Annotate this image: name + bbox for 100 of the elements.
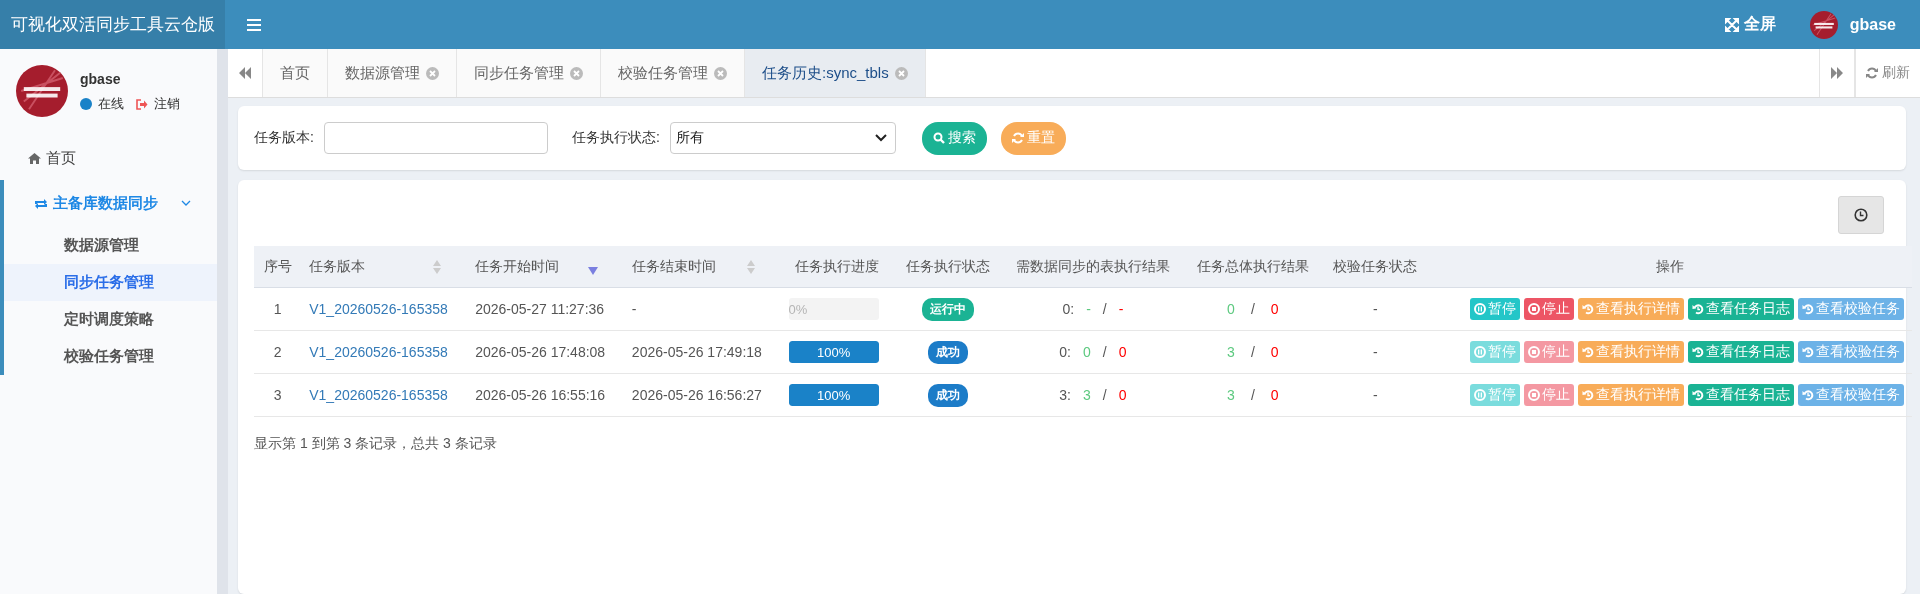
- search-button[interactable]: 搜索: [921, 121, 987, 155]
- detail-button[interactable]: 查看执行详情: [1578, 298, 1684, 320]
- stop-icon: [1528, 346, 1540, 358]
- logout-link[interactable]: 注销: [154, 95, 180, 113]
- sort-icon: [746, 259, 755, 274]
- version-link[interactable]: V1_20260526-165358: [309, 387, 448, 403]
- fail-count: 0: [1270, 344, 1279, 360]
- success-count: 0: [1227, 301, 1235, 317]
- success-count: 0: [1083, 344, 1091, 360]
- column-header: 任务执行进度: [780, 246, 895, 288]
- status-badge: 运行中: [922, 297, 974, 321]
- pause-icon: [1474, 346, 1486, 358]
- table-cell: 2: [254, 330, 302, 374]
- expand-icon: [1724, 17, 1739, 32]
- version-link[interactable]: V1_20260526-165358: [309, 344, 448, 360]
- menu-item[interactable]: 同步任务管理: [4, 264, 217, 301]
- logo-icon: [16, 65, 68, 117]
- separator: /: [1250, 344, 1255, 360]
- pause-button[interactable]: 暂停: [1470, 298, 1520, 320]
- status-select[interactable]: 所有: [669, 122, 896, 154]
- check-task-button[interactable]: 查看校验任务: [1798, 341, 1904, 363]
- progress-text: 0%: [788, 300, 809, 319]
- table-cell: 2026-05-26 17:49:18: [623, 330, 781, 374]
- user-name[interactable]: gbase: [1849, 15, 1896, 34]
- fail-count: 0: [1118, 344, 1127, 360]
- pause-icon: [1474, 389, 1486, 401]
- logo-icon: [1809, 10, 1838, 39]
- progress-text: 100%: [815, 386, 852, 405]
- history-icon: [1802, 303, 1814, 315]
- table-cell: -: [1321, 287, 1429, 331]
- history-icon: [1802, 389, 1814, 401]
- menu-item[interactable]: 首页: [0, 137, 217, 180]
- success-count: 3: [1227, 344, 1235, 360]
- log-button[interactable]: 查看任务日志: [1688, 384, 1794, 406]
- menu-item[interactable]: 数据源管理: [4, 227, 217, 264]
- column-header[interactable]: 任务开始时间: [467, 246, 624, 288]
- table-cell: 2026-05-26 16:56:27: [623, 373, 781, 417]
- sort-icon: [433, 259, 442, 274]
- history-icon: [1582, 389, 1594, 401]
- history-icon: [1692, 389, 1704, 401]
- scroll-right-icon[interactable]: [1831, 67, 1843, 79]
- menu-icon[interactable]: [247, 18, 261, 31]
- column-header[interactable]: 任务版本: [301, 246, 468, 288]
- close-icon[interactable]: [570, 66, 583, 80]
- history-button[interactable]: [1838, 196, 1884, 234]
- table-prefix: 0:: [1059, 344, 1071, 360]
- caret-icon: [874, 134, 887, 142]
- check-task-button[interactable]: 查看校验任务: [1798, 298, 1904, 320]
- log-button[interactable]: 查看任务日志: [1688, 298, 1794, 320]
- app-title: 可视化双活同步工具云仓版: [0, 0, 225, 49]
- separator: /: [1102, 387, 1107, 403]
- success-count: -: [1086, 301, 1091, 317]
- detail-button[interactable]: 查看执行详情: [1578, 384, 1684, 406]
- tab[interactable]: 任务历史:sync_tbls: [745, 49, 926, 97]
- column-header: 校验任务状态: [1321, 246, 1429, 288]
- tab[interactable]: 同步任务管理: [457, 49, 601, 97]
- history-icon: [1582, 346, 1594, 358]
- close-icon[interactable]: [426, 66, 439, 80]
- column-header: 序号: [254, 246, 302, 288]
- scroll-left-icon[interactable]: [239, 67, 251, 79]
- tab[interactable]: 数据源管理: [328, 49, 457, 97]
- table-cell: -: [1321, 373, 1429, 417]
- menu-item[interactable]: 定时调度策略: [4, 301, 217, 338]
- close-icon[interactable]: [714, 66, 727, 80]
- column-header: 操作: [1428, 246, 1912, 288]
- refresh-icon: [1011, 132, 1024, 144]
- table-prefix: 3:: [1059, 387, 1071, 403]
- success-count: 3: [1227, 387, 1235, 403]
- menu-group[interactable]: 主备库数据同步: [4, 180, 217, 227]
- chevron-icon: [181, 200, 191, 207]
- version-link[interactable]: V1_20260526-165358: [309, 301, 448, 317]
- check-task-button[interactable]: 查看校验任务: [1798, 384, 1904, 406]
- tab[interactable]: 校验任务管理: [601, 49, 745, 97]
- pagination-info: 显示第 1 到第 3 条记录，总共 3 条记录: [254, 435, 498, 453]
- clock-icon: [1854, 208, 1868, 222]
- refresh-button[interactable]: 刷新: [1855, 49, 1920, 97]
- table-cell: 2026-05-26 16:55:16: [467, 373, 624, 417]
- fullscreen-button[interactable]: 全屏: [1724, 0, 1776, 49]
- table-cell: 1: [254, 287, 302, 331]
- home-icon: [28, 153, 41, 164]
- column-header[interactable]: 任务结束时间: [623, 246, 781, 288]
- version-input[interactable]: [323, 122, 548, 154]
- separator: /: [1250, 301, 1255, 317]
- success-count: 3: [1083, 387, 1091, 403]
- detail-button[interactable]: 查看执行详情: [1578, 341, 1684, 363]
- fail-count: 0: [1270, 387, 1279, 403]
- field-label: 任务版本:: [254, 129, 314, 147]
- reset-button[interactable]: 重置: [1000, 121, 1066, 155]
- sign-out-icon: [136, 98, 148, 110]
- stop-button[interactable]: 停止: [1524, 298, 1574, 320]
- search-icon: [932, 132, 945, 144]
- close-icon[interactable]: [894, 66, 908, 80]
- history-icon: [1692, 346, 1704, 358]
- table-cell: 3: [254, 373, 302, 417]
- sync-icon: [34, 197, 48, 210]
- field-label: 任务执行状态:: [571, 129, 660, 147]
- log-button[interactable]: 查看任务日志: [1688, 341, 1794, 363]
- tab[interactable]: 首页: [263, 49, 328, 97]
- menu-item[interactable]: 校验任务管理: [4, 338, 217, 375]
- column-header: 任务总体执行结果: [1184, 246, 1322, 288]
